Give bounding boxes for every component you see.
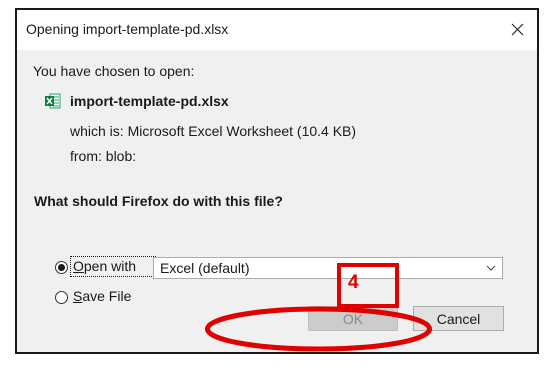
action-question: What should Firefox do with this file?: [34, 193, 283, 209]
chosen-text: You have chosen to open:: [33, 63, 195, 79]
screenshot-stage: Opening import-template-pd.xlsx You have…: [0, 0, 558, 375]
close-button[interactable]: [497, 10, 537, 48]
file-name: import-template-pd.xlsx: [70, 93, 229, 109]
dialog-title: Opening import-template-pd.xlsx: [26, 21, 229, 37]
save-file-label[interactable]: Save File: [73, 288, 131, 304]
highlight-ellipse: [205, 306, 432, 352]
application-select-value: Excel (default): [160, 260, 250, 276]
dialog-titlebar: Opening import-template-pd.xlsx: [17, 10, 537, 50]
download-dialog: Opening import-template-pd.xlsx You have…: [15, 8, 539, 354]
file-type-text: which is: Microsoft Excel Worksheet (10.…: [70, 123, 357, 139]
step-number: 4: [348, 272, 359, 293]
save-file-radio[interactable]: [55, 291, 68, 304]
excel-file-icon: [45, 93, 61, 109]
chevron-down-icon: [486, 265, 496, 271]
close-icon: [511, 23, 523, 35]
file-source-text: from: blob:: [70, 148, 137, 164]
open-with-radio[interactable]: [55, 261, 68, 274]
open-with-label[interactable]: Open with: [73, 258, 136, 274]
application-select[interactable]: Excel (default): [153, 257, 503, 279]
step-annotation-box: [337, 263, 399, 308]
